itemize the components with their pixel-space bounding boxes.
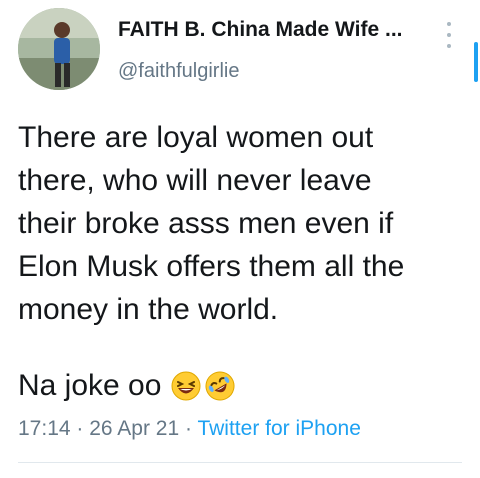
laughing-face-emoji — [171, 371, 201, 401]
author-name[interactable]: FAITH B. China Made Wife ... — [118, 18, 403, 42]
meta-separator: · — [185, 417, 192, 440]
rolling-on-floor-laughing-emoji — [205, 371, 235, 401]
tweet-text: There are loyal women out there, who wil… — [18, 121, 405, 326]
tweet-time[interactable]: 17:14 — [18, 417, 71, 440]
tweet-second-line-text: Na joke oo — [18, 369, 162, 402]
avatar[interactable] — [18, 8, 100, 90]
tweet-source-link[interactable]: Twitter for iPhone — [197, 417, 360, 440]
more-vertical-icon[interactable] — [441, 22, 457, 48]
meta-separator: · — [76, 417, 84, 440]
tweet-text-second-line: Na joke oo — [18, 364, 235, 407]
divider — [18, 462, 462, 463]
scrollbar[interactable] — [474, 42, 478, 82]
tweet-date[interactable]: 26 Apr 21 — [89, 417, 179, 440]
tweet-metadata: 17:14 · 26 Apr 21 · Twitter for iPhone — [18, 417, 361, 441]
author-handle[interactable]: @faithfulgirlie — [118, 60, 239, 83]
